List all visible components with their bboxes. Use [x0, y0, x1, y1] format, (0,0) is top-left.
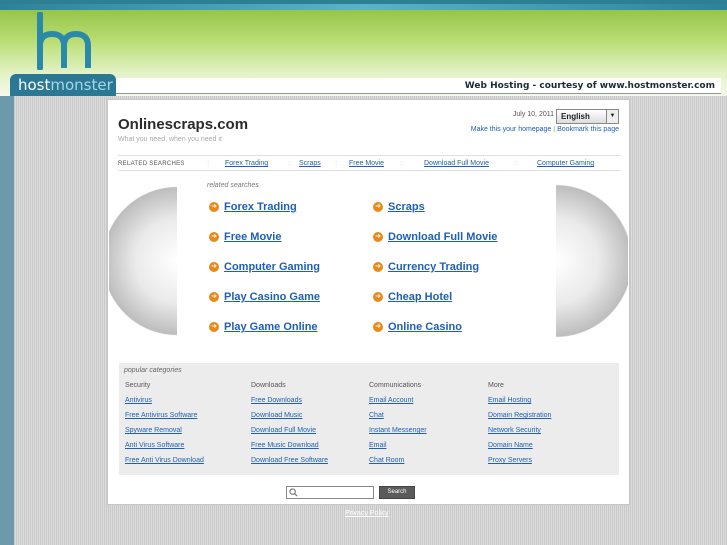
language-select[interactable]: English ▼ — [556, 109, 619, 124]
arrow-right-circle-icon: ➜ — [209, 322, 219, 333]
category-link[interactable]: Free Downloads — [251, 397, 302, 404]
separator-dots: :: — [206, 161, 210, 167]
search-button[interactable]: Search — [379, 486, 415, 499]
host-banner: hostmonster Web Hosting - courtesy of ww… — [0, 0, 727, 96]
related-search-link[interactable]: ➜ Forex Trading — [209, 201, 297, 213]
arrow-right-circle-icon: ➜ — [209, 262, 219, 273]
category-link[interactable]: Anti Virus Software — [125, 442, 184, 449]
category-link[interactable]: Spyware Removal — [125, 427, 182, 434]
category-link[interactable]: Proxy Servers — [488, 457, 532, 464]
related-search-link[interactable]: ➜ Computer Gaming — [209, 261, 320, 273]
chevron-down-icon: ▼ — [606, 110, 618, 123]
related-searches-bar: RELATED SEARCHES :: Forex Trading :: Scr… — [118, 155, 621, 171]
category-link[interactable]: Email — [369, 442, 387, 449]
category-column-title: More — [488, 382, 504, 389]
arrow-right-circle-icon: ➜ — [373, 292, 383, 303]
related-bar-link[interactable]: Free Movie — [349, 157, 384, 171]
bookmark-link[interactable]: Bookmark this page — [557, 126, 619, 133]
separator-dots: :: — [334, 161, 338, 167]
separator-dots: :: — [400, 161, 404, 167]
popular-categories: popular categories Security Antivirus Fr… — [119, 363, 619, 475]
arrow-right-circle-icon: ➜ — [373, 202, 383, 213]
courtesy-bar: Web Hosting - courtesy of www.hostmonste… — [116, 78, 721, 94]
hostmonster-logo-icon[interactable] — [34, 12, 94, 70]
related-bar-link[interactable]: Forex Trading — [225, 157, 268, 171]
separator-dots: :: — [515, 161, 519, 167]
related-search-label: Play Game Online — [224, 321, 318, 333]
category-link[interactable]: Free Anti Virus Download — [125, 457, 204, 464]
category-column-title: Communications — [369, 382, 422, 389]
category-column-title: Downloads — [251, 382, 286, 389]
decorative-sphere-right — [556, 181, 628, 341]
site-title: Onlinescraps.com — [118, 116, 249, 133]
related-bar-label: RELATED SEARCHES — [118, 161, 185, 167]
privacy-policy-link[interactable]: Privacy Policy — [345, 510, 389, 517]
category-link[interactable]: Email Account — [369, 397, 413, 404]
site-tagline: What you need, when you need it — [118, 136, 222, 143]
top-links: Make this your homepage | Bookmark this pa… — [471, 126, 619, 133]
related-bar-link[interactable]: Scraps — [299, 157, 321, 171]
category-link[interactable]: Domain Name — [488, 442, 533, 449]
arrow-right-circle-icon: ➜ — [209, 232, 219, 243]
related-search-label: Online Casino — [388, 321, 462, 333]
category-link[interactable]: Download Full Movie — [251, 427, 316, 434]
banner-top-line — [0, 4, 727, 10]
category-link[interactable]: Download Free Software — [251, 457, 328, 464]
decorative-sphere-left — [109, 181, 177, 341]
related-search-link[interactable]: ➜ Free Movie — [209, 231, 281, 243]
related-search-label: Computer Gaming — [224, 261, 320, 273]
logo-host-text: host — [18, 76, 51, 94]
category-link[interactable]: Free Antivirus Software — [125, 412, 197, 419]
related-search-link[interactable]: ➜ Online Casino — [373, 321, 462, 333]
category-link[interactable]: Domain Registration — [488, 412, 551, 419]
category-link[interactable]: Antivirus — [125, 397, 152, 404]
related-search-label: Download Full Movie — [388, 231, 498, 243]
category-link[interactable]: Network Security — [488, 427, 541, 434]
arrow-right-circle-icon: ➜ — [373, 322, 383, 333]
language-value: English — [561, 112, 590, 121]
parked-page: Onlinescraps.com What you need, when you… — [107, 99, 630, 505]
category-link[interactable]: Instant Messenger — [369, 427, 427, 434]
search-input[interactable] — [286, 486, 374, 499]
category-link[interactable]: Chat Room — [369, 457, 404, 464]
related-search-label: Free Movie — [224, 231, 282, 243]
related-search-link[interactable]: ➜ Scraps — [373, 201, 425, 213]
make-homepage-link[interactable]: Make this your homepage — [471, 126, 552, 133]
related-search-label: Scraps — [388, 201, 425, 213]
related-search-label: Currency Trading — [388, 261, 480, 273]
arrow-right-circle-icon: ➜ — [373, 262, 383, 273]
magnifier-icon — [289, 488, 298, 497]
related-search-link[interactable]: ➜ Play Casino Game — [209, 291, 320, 303]
arrow-right-circle-icon: ➜ — [373, 232, 383, 243]
category-link[interactable]: Email Hosting — [488, 397, 531, 404]
arrow-right-circle-icon: ➜ — [209, 202, 219, 213]
popular-categories-heading: popular categories — [124, 367, 182, 374]
category-column-title: Security — [125, 382, 151, 389]
related-searches-heading: related searches — [207, 182, 259, 189]
arrow-right-circle-icon: ➜ — [209, 292, 219, 303]
separator-dots: :: — [288, 161, 292, 167]
related-search-label: Play Casino Game — [224, 291, 320, 303]
related-search-label: Forex Trading — [224, 201, 297, 213]
related-search-link[interactable]: ➜ Play Game Online — [209, 321, 318, 333]
category-link[interactable]: Download Music — [251, 412, 302, 419]
category-link[interactable]: Free Music Download — [251, 442, 319, 449]
related-bar-link[interactable]: Computer Gaming — [537, 157, 594, 171]
left-strip — [0, 96, 14, 545]
related-search-link[interactable]: ➜ Cheap Hotel — [373, 291, 452, 303]
logo-monster-text: monster — [50, 76, 113, 94]
category-link[interactable]: Chat — [369, 412, 384, 419]
related-search-link[interactable]: ➜ Download Full Movie — [373, 231, 497, 243]
separator: | — [553, 126, 556, 133]
related-search-label: Cheap Hotel — [388, 291, 453, 303]
related-bar-link[interactable]: Download Full Movie — [424, 157, 489, 171]
date-text: July 10, 2011 — [512, 111, 554, 118]
hostmonster-logo-text[interactable]: hostmonster — [10, 74, 116, 96]
related-search-link[interactable]: ➜ Currency Trading — [373, 261, 479, 273]
